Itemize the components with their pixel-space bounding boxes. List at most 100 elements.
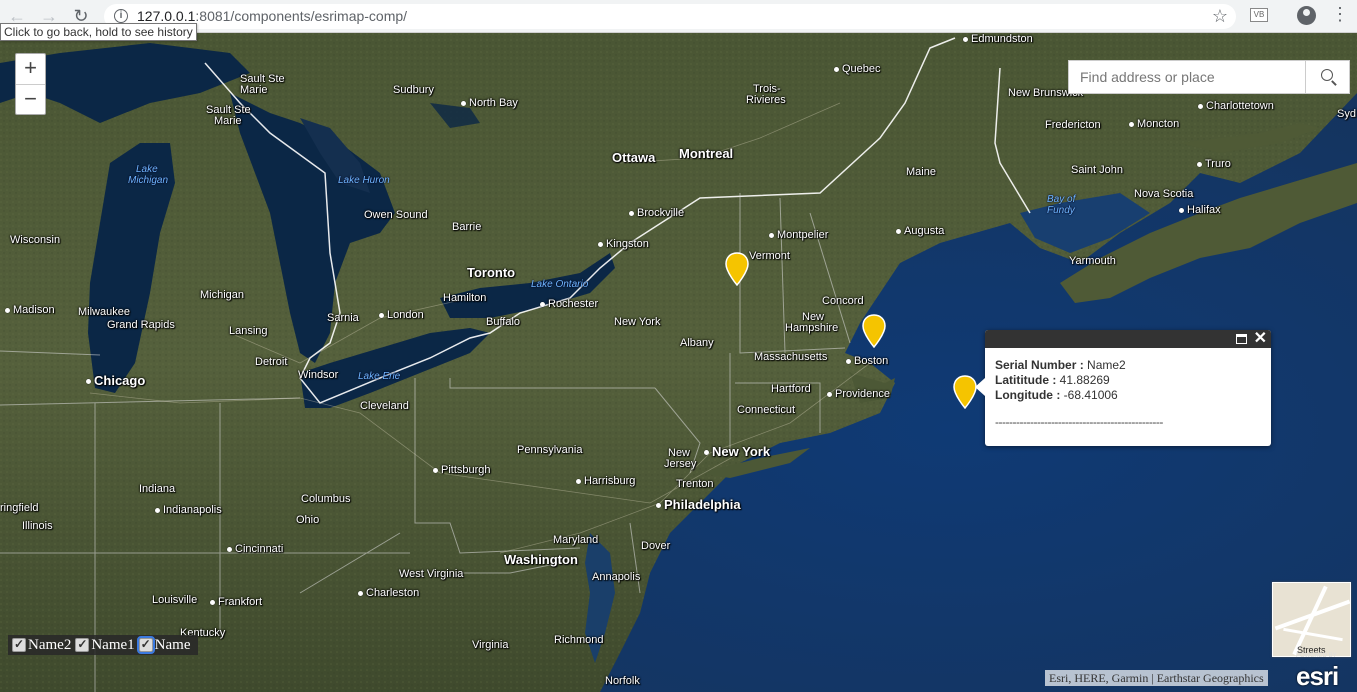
label-hamilton: Hamilton: [443, 292, 487, 304]
address-bar[interactable]: i 127.0.0.1:8081/components/esrimap-comp…: [104, 4, 1236, 29]
map-pin-marker-icon[interactable]: [861, 314, 887, 348]
label-saint-john: Saint John: [1071, 164, 1123, 176]
extension-icon[interactable]: VB: [1250, 8, 1268, 22]
url-path: :8081/components/esrimap-comp/: [195, 8, 408, 24]
layer-toggle-list: Name2 Name1 Name: [8, 635, 199, 655]
label-fredericton: Fredericton: [1045, 119, 1101, 131]
info-icon[interactable]: i: [114, 9, 128, 23]
label-sudbury: Sudbury: [393, 84, 434, 96]
label-new-york-state: New York: [614, 316, 661, 328]
label-charlottetown: Charlottetown: [1198, 100, 1274, 112]
zoom-in-button[interactable]: +: [16, 54, 45, 84]
label-lansing: Lansing: [229, 325, 268, 337]
layer-toggle-name1[interactable]: Name1: [75, 637, 135, 654]
basemap-toggle[interactable]: Streets: [1272, 582, 1351, 657]
popup-separator: ----------------------------------------…: [995, 415, 1163, 429]
label-charleston: Charleston: [358, 587, 419, 599]
label-massachusetts: Massachusetts: [754, 351, 828, 363]
label-trois-rivieres-b: Rivieres: [746, 94, 786, 106]
label-lake-michigan-b: Michigan: [128, 175, 169, 186]
label-new-jersey-b: Jersey: [664, 458, 697, 470]
label-albany: Albany: [680, 337, 714, 349]
label-new-york-city: New York: [704, 445, 770, 458]
label-dover: Dover: [641, 540, 671, 552]
search-button[interactable]: [1305, 61, 1349, 93]
label-lake-ontario: Lake Ontario: [531, 279, 589, 290]
label-boston: Boston: [846, 355, 888, 367]
label-chicago: Chicago: [86, 374, 145, 387]
label-montreal: Montreal: [679, 146, 734, 161]
layer-toggle-name[interactable]: Name: [136, 636, 190, 654]
search-widget: [1068, 60, 1350, 94]
checkbox[interactable]: [12, 637, 26, 652]
label-columbus: Columbus: [301, 493, 351, 505]
label-ottawa: Ottawa: [612, 150, 656, 165]
profile-icon[interactable]: [1297, 6, 1316, 25]
label-philadelphia: Philadelphia: [656, 498, 741, 511]
esri-logo[interactable]: esri: [1296, 661, 1339, 692]
menu-kebab-icon[interactable]: ⋮: [1331, 5, 1349, 23]
label-lake-huron: Lake Huron: [338, 175, 390, 186]
label-sault-ste-marie-west-b: Marie: [214, 115, 242, 127]
label-connecticut: Connecticut: [737, 404, 796, 416]
checkbox[interactable]: [75, 637, 90, 652]
label-sarnia: Sarnia: [327, 312, 359, 324]
label-virginia: Virginia: [472, 639, 509, 651]
label-indiana: Indiana: [139, 483, 176, 495]
url-host: 127.0.0.1: [137, 8, 196, 24]
label-west-virginia: West Virginia: [399, 568, 464, 580]
label-toronto: Toronto: [467, 265, 516, 280]
search-icon: [1321, 69, 1333, 81]
popup-serial-row: Serial Number : Name2: [995, 358, 1126, 372]
label-edmundston: Edmundston: [963, 33, 1033, 45]
search-input[interactable]: [1069, 61, 1305, 93]
label-brockville: Brockville: [629, 207, 684, 219]
label-providence: Providence: [827, 388, 890, 400]
label-sault-ste-marie-east-b: Marie: [240, 84, 268, 96]
label-north-bay: North Bay: [461, 97, 518, 109]
checkbox[interactable]: [136, 636, 155, 654]
label-kingston: Kingston: [598, 238, 649, 250]
label-vermont: Vermont: [749, 250, 790, 262]
layer-toggle-name2[interactable]: Name2: [12, 637, 71, 654]
label-windsor: Windsor: [298, 369, 339, 381]
maximize-icon[interactable]: [1236, 334, 1247, 344]
label-yarmouth: Yarmouth: [1069, 255, 1116, 267]
label-pittsburgh: Pittsburgh: [433, 464, 491, 476]
popup-lat-row: Latititude : 41.88269: [995, 373, 1110, 387]
label-owen-sound: Owen Sound: [364, 209, 428, 221]
label-annapolis: Annapolis: [592, 571, 641, 583]
label-michigan: Michigan: [200, 289, 245, 301]
label-london: London: [379, 309, 424, 321]
label-detroit: Detroit: [255, 356, 288, 368]
label-concord: Concord: [822, 295, 864, 307]
zoom-control: + −: [15, 53, 46, 115]
close-icon[interactable]: ✕: [1254, 330, 1267, 348]
label-frankfort: Frankfort: [210, 596, 262, 608]
label-ohio: Ohio: [296, 514, 320, 526]
label-milwaukee: Milwaukee: [78, 306, 130, 318]
label-springfield: ringfield: [0, 502, 39, 514]
label-harrisburg: Harrisburg: [576, 475, 635, 487]
map-pin-marker-icon[interactable]: [724, 252, 750, 286]
label-madison: Madison: [5, 304, 55, 316]
browser-toolbar: ← → ↻ i 127.0.0.1:8081/components/esrima…: [0, 0, 1357, 33]
attribution-text: Esri, HERE, Garmin | Earthstar Geographi…: [1045, 670, 1268, 686]
label-rochester: Rochester: [540, 298, 598, 310]
zoom-out-button[interactable]: −: [16, 84, 45, 114]
label-truro: Truro: [1197, 158, 1231, 170]
popup-titlebar: ✕: [985, 330, 1271, 348]
map-view[interactable]: Edmundston Sault Ste Marie Sault Ste Mar…: [0, 33, 1357, 692]
label-sydney: Syd: [1337, 108, 1356, 120]
popup-lon-value: -68.41006: [1063, 388, 1118, 402]
popup-lat-value: 41.88269: [1059, 373, 1110, 387]
label-bay-of-fundy-b: Fundy: [1047, 205, 1075, 216]
label-barrie: Barrie: [452, 221, 482, 233]
bookmark-star-icon[interactable]: ☆: [1212, 6, 1228, 27]
label-cincinnati: Cincinnati: [227, 543, 283, 555]
label-nova-scotia: Nova Scotia: [1134, 188, 1194, 200]
popup-lon-row: Longitude : -68.41006: [995, 388, 1118, 402]
label-buffalo: Buffalo: [486, 316, 521, 328]
label-quebec: Quebec: [834, 63, 881, 75]
label-trenton: Trenton: [676, 478, 714, 490]
